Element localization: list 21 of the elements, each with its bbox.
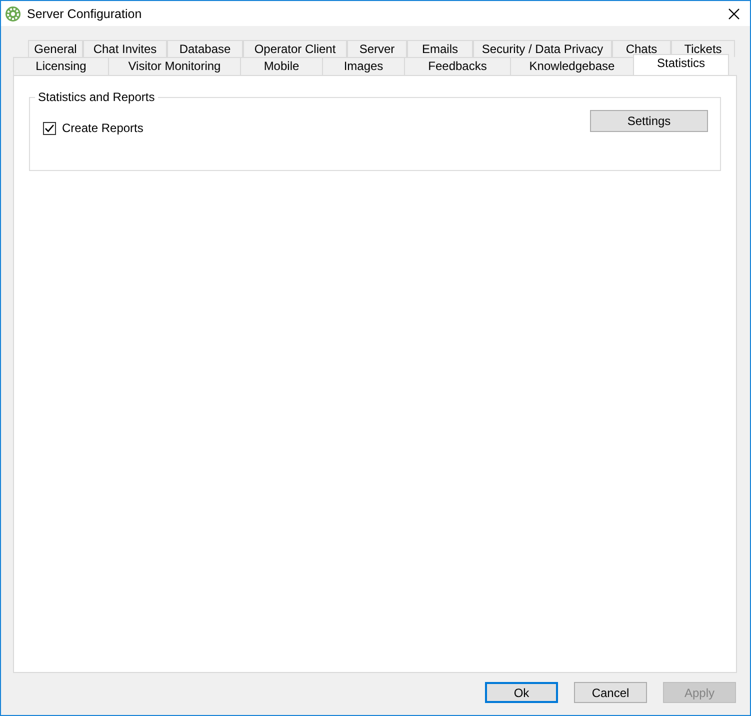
close-icon[interactable] (728, 8, 740, 20)
tab[interactable]: Chat Invites (83, 40, 167, 57)
settings-button[interactable]: Settings (590, 110, 708, 132)
tab[interactable]: Licensing (13, 57, 109, 75)
window-title: Server Configuration (27, 6, 143, 20)
tab[interactable]: Server (347, 40, 407, 57)
tab[interactable]: Operator Client (243, 40, 347, 57)
tab[interactable]: General (28, 40, 83, 57)
tab[interactable]: Knowledgebase (510, 57, 634, 75)
tab[interactable]: Security / Data Privacy (473, 40, 612, 57)
dialog-button[interactable]: Cancel (574, 682, 647, 703)
checkbox-label[interactable]: Create Reports (62, 121, 144, 135)
checkbox[interactable] (43, 122, 56, 134)
tab[interactable]: Statistics (633, 54, 729, 75)
tab[interactable]: Images (322, 57, 405, 75)
group-title: Statistics and Reports (35, 90, 158, 104)
tab[interactable]: Visitor Monitoring (108, 57, 241, 75)
tab[interactable]: Database (167, 40, 243, 57)
tab[interactable]: Emails (407, 40, 473, 57)
dialog-button[interactable]: Ok (485, 682, 558, 703)
gear-icon (5, 6, 21, 22)
